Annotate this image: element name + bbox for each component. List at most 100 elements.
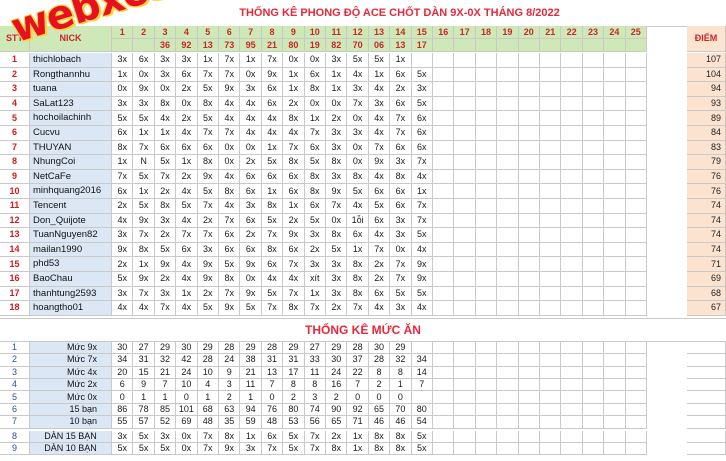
player-mark[interactable]: 4x (219, 111, 241, 126)
dan-value[interactable]: 3x (112, 430, 134, 443)
summary-value[interactable]: 1 (390, 379, 412, 392)
summary-value[interactable]: 22 (347, 366, 369, 379)
summary-value[interactable]: 86 (112, 403, 134, 417)
summary-value[interactable] (540, 341, 562, 355)
player-mark[interactable] (604, 184, 626, 199)
player-mark[interactable]: 3x (154, 213, 177, 229)
player-mark[interactable] (475, 184, 498, 199)
summary-value[interactable] (475, 416, 498, 429)
day-result-23[interactable] (582, 39, 605, 52)
player-mark[interactable]: 3x (390, 301, 412, 316)
player-mark[interactable]: 9x (133, 82, 155, 97)
player-mark[interactable] (497, 184, 519, 199)
player-mark[interactable]: 4x (283, 272, 305, 287)
summary-value[interactable] (582, 391, 605, 404)
player-mark[interactable] (497, 257, 519, 272)
player-mark[interactable] (497, 155, 519, 170)
day-result-1[interactable] (112, 39, 134, 52)
player-mark[interactable] (518, 272, 540, 287)
player-mark[interactable]: 8x (347, 257, 369, 272)
summary-blank[interactable] (687, 379, 726, 392)
player-mark[interactable]: 4x (240, 126, 262, 141)
day-result-5[interactable]: 13 (197, 39, 219, 52)
dan-label[interactable]: DÀN 10 BẠN (30, 443, 112, 456)
player-mark[interactable]: 1x (133, 184, 155, 199)
summary-value[interactable]: 56 (304, 416, 326, 429)
player-mark[interactable]: 4x (176, 126, 198, 141)
summary-value[interactable]: 34 (411, 354, 433, 367)
player-mark[interactable]: 7x (283, 286, 305, 302)
summary-value[interactable]: 33 (304, 354, 326, 367)
player-mark[interactable]: 5x (304, 155, 326, 170)
row-stt[interactable]: 6 (0, 126, 30, 141)
summary-label[interactable]: Mức 2x (30, 379, 112, 392)
player-mark[interactable] (540, 257, 562, 272)
summary-value[interactable]: 92 (347, 403, 369, 417)
player-mark[interactable] (454, 169, 476, 185)
player-mark[interactable] (475, 213, 498, 229)
summary-value[interactable] (561, 366, 583, 379)
player-score[interactable]: 83 (687, 140, 726, 156)
player-mark[interactable]: 9x (154, 257, 177, 272)
player-mark[interactable]: 7x (219, 67, 241, 83)
player-mark[interactable] (475, 111, 498, 126)
player-mark[interactable] (497, 286, 519, 302)
player-mark[interactable] (625, 67, 647, 83)
player-mark[interactable]: 8x (261, 199, 284, 214)
dan-blank[interactable] (687, 443, 726, 456)
summary-value[interactable] (433, 341, 455, 355)
player-mark[interactable]: 1x (326, 67, 348, 83)
player-mark[interactable]: 1x (283, 67, 305, 83)
player-mark[interactable] (604, 126, 626, 141)
player-mark[interactable] (604, 82, 626, 97)
summary-value[interactable] (433, 416, 455, 429)
player-mark[interactable]: 5x (133, 111, 155, 126)
player-mark[interactable] (625, 140, 647, 156)
day-result-2[interactable] (133, 39, 155, 52)
player-mark[interactable]: 9x (411, 257, 433, 272)
day-col-13[interactable]: 13 (368, 26, 391, 39)
player-mark[interactable]: 5x (411, 67, 433, 83)
dan-value[interactable]: 2x (326, 430, 348, 443)
player-mark[interactable] (561, 286, 583, 302)
day-col-12[interactable]: 12 (347, 26, 369, 39)
summary-value[interactable]: 76 (261, 403, 284, 417)
player-mark[interactable]: 0x (326, 213, 348, 229)
player-mark[interactable] (540, 155, 562, 170)
dan-value[interactable] (540, 430, 562, 443)
player-mark[interactable]: 3x (411, 82, 433, 97)
player-mark[interactable]: 1x (411, 184, 433, 199)
player-mark[interactable]: 7x (261, 228, 284, 243)
summary-value[interactable]: 2 (283, 391, 305, 404)
summary-value[interactable] (518, 341, 540, 355)
player-mark[interactable]: 3x (326, 140, 348, 156)
player-mark[interactable]: 2x (154, 228, 177, 243)
summary-value[interactable] (475, 391, 498, 404)
player-mark[interactable] (497, 169, 519, 185)
player-mark[interactable] (561, 199, 583, 214)
player-mark[interactable] (561, 228, 583, 243)
player-mark[interactable]: 3x (176, 53, 198, 68)
dan-value[interactable]: 6x (261, 430, 284, 443)
summary-value[interactable]: 46 (368, 416, 391, 429)
player-mark[interactable] (561, 140, 583, 156)
player-mark[interactable]: 4x (240, 96, 262, 112)
summary-value[interactable] (518, 366, 540, 379)
day-result-6[interactable]: 73 (219, 39, 241, 52)
player-mark[interactable]: 1x (133, 126, 155, 141)
dan-value[interactable] (604, 443, 626, 456)
summary-value[interactable] (518, 403, 540, 417)
player-mark[interactable] (625, 301, 647, 316)
player-mark[interactable] (518, 111, 540, 126)
player-mark[interactable]: 6x (176, 242, 198, 258)
player-mark[interactable] (518, 53, 540, 68)
summary-value[interactable] (561, 379, 583, 392)
summary-value[interactable]: 4 (197, 379, 219, 392)
summary-value[interactable] (582, 341, 605, 355)
player-mark[interactable] (625, 53, 647, 68)
player-mark[interactable]: 6x (390, 140, 412, 156)
player-mark[interactable]: 7x (261, 301, 284, 316)
player-mark[interactable]: 3x (240, 82, 262, 97)
summary-value[interactable]: 32 (154, 354, 177, 367)
summary-value[interactable]: 8 (368, 366, 391, 379)
